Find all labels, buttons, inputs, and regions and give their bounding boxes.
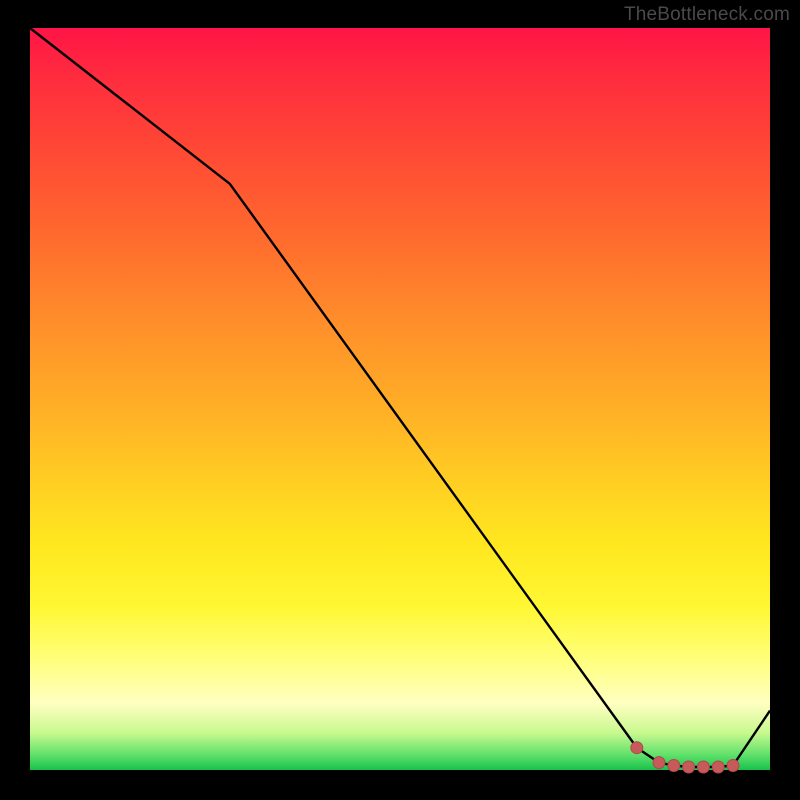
curve-line (30, 28, 770, 767)
plot-area (30, 28, 770, 770)
chart-frame: TheBottleneck.com (0, 0, 800, 800)
curve-marker (631, 742, 643, 754)
attribution-label: TheBottleneck.com (624, 4, 790, 26)
curve-marker (683, 761, 695, 773)
curve-marker (668, 760, 680, 772)
curve-marker (727, 760, 739, 772)
curve-marker (653, 757, 665, 769)
marker-group (631, 742, 739, 773)
chart-svg (30, 28, 770, 770)
curve-marker (712, 761, 724, 773)
curve-marker (697, 761, 709, 773)
